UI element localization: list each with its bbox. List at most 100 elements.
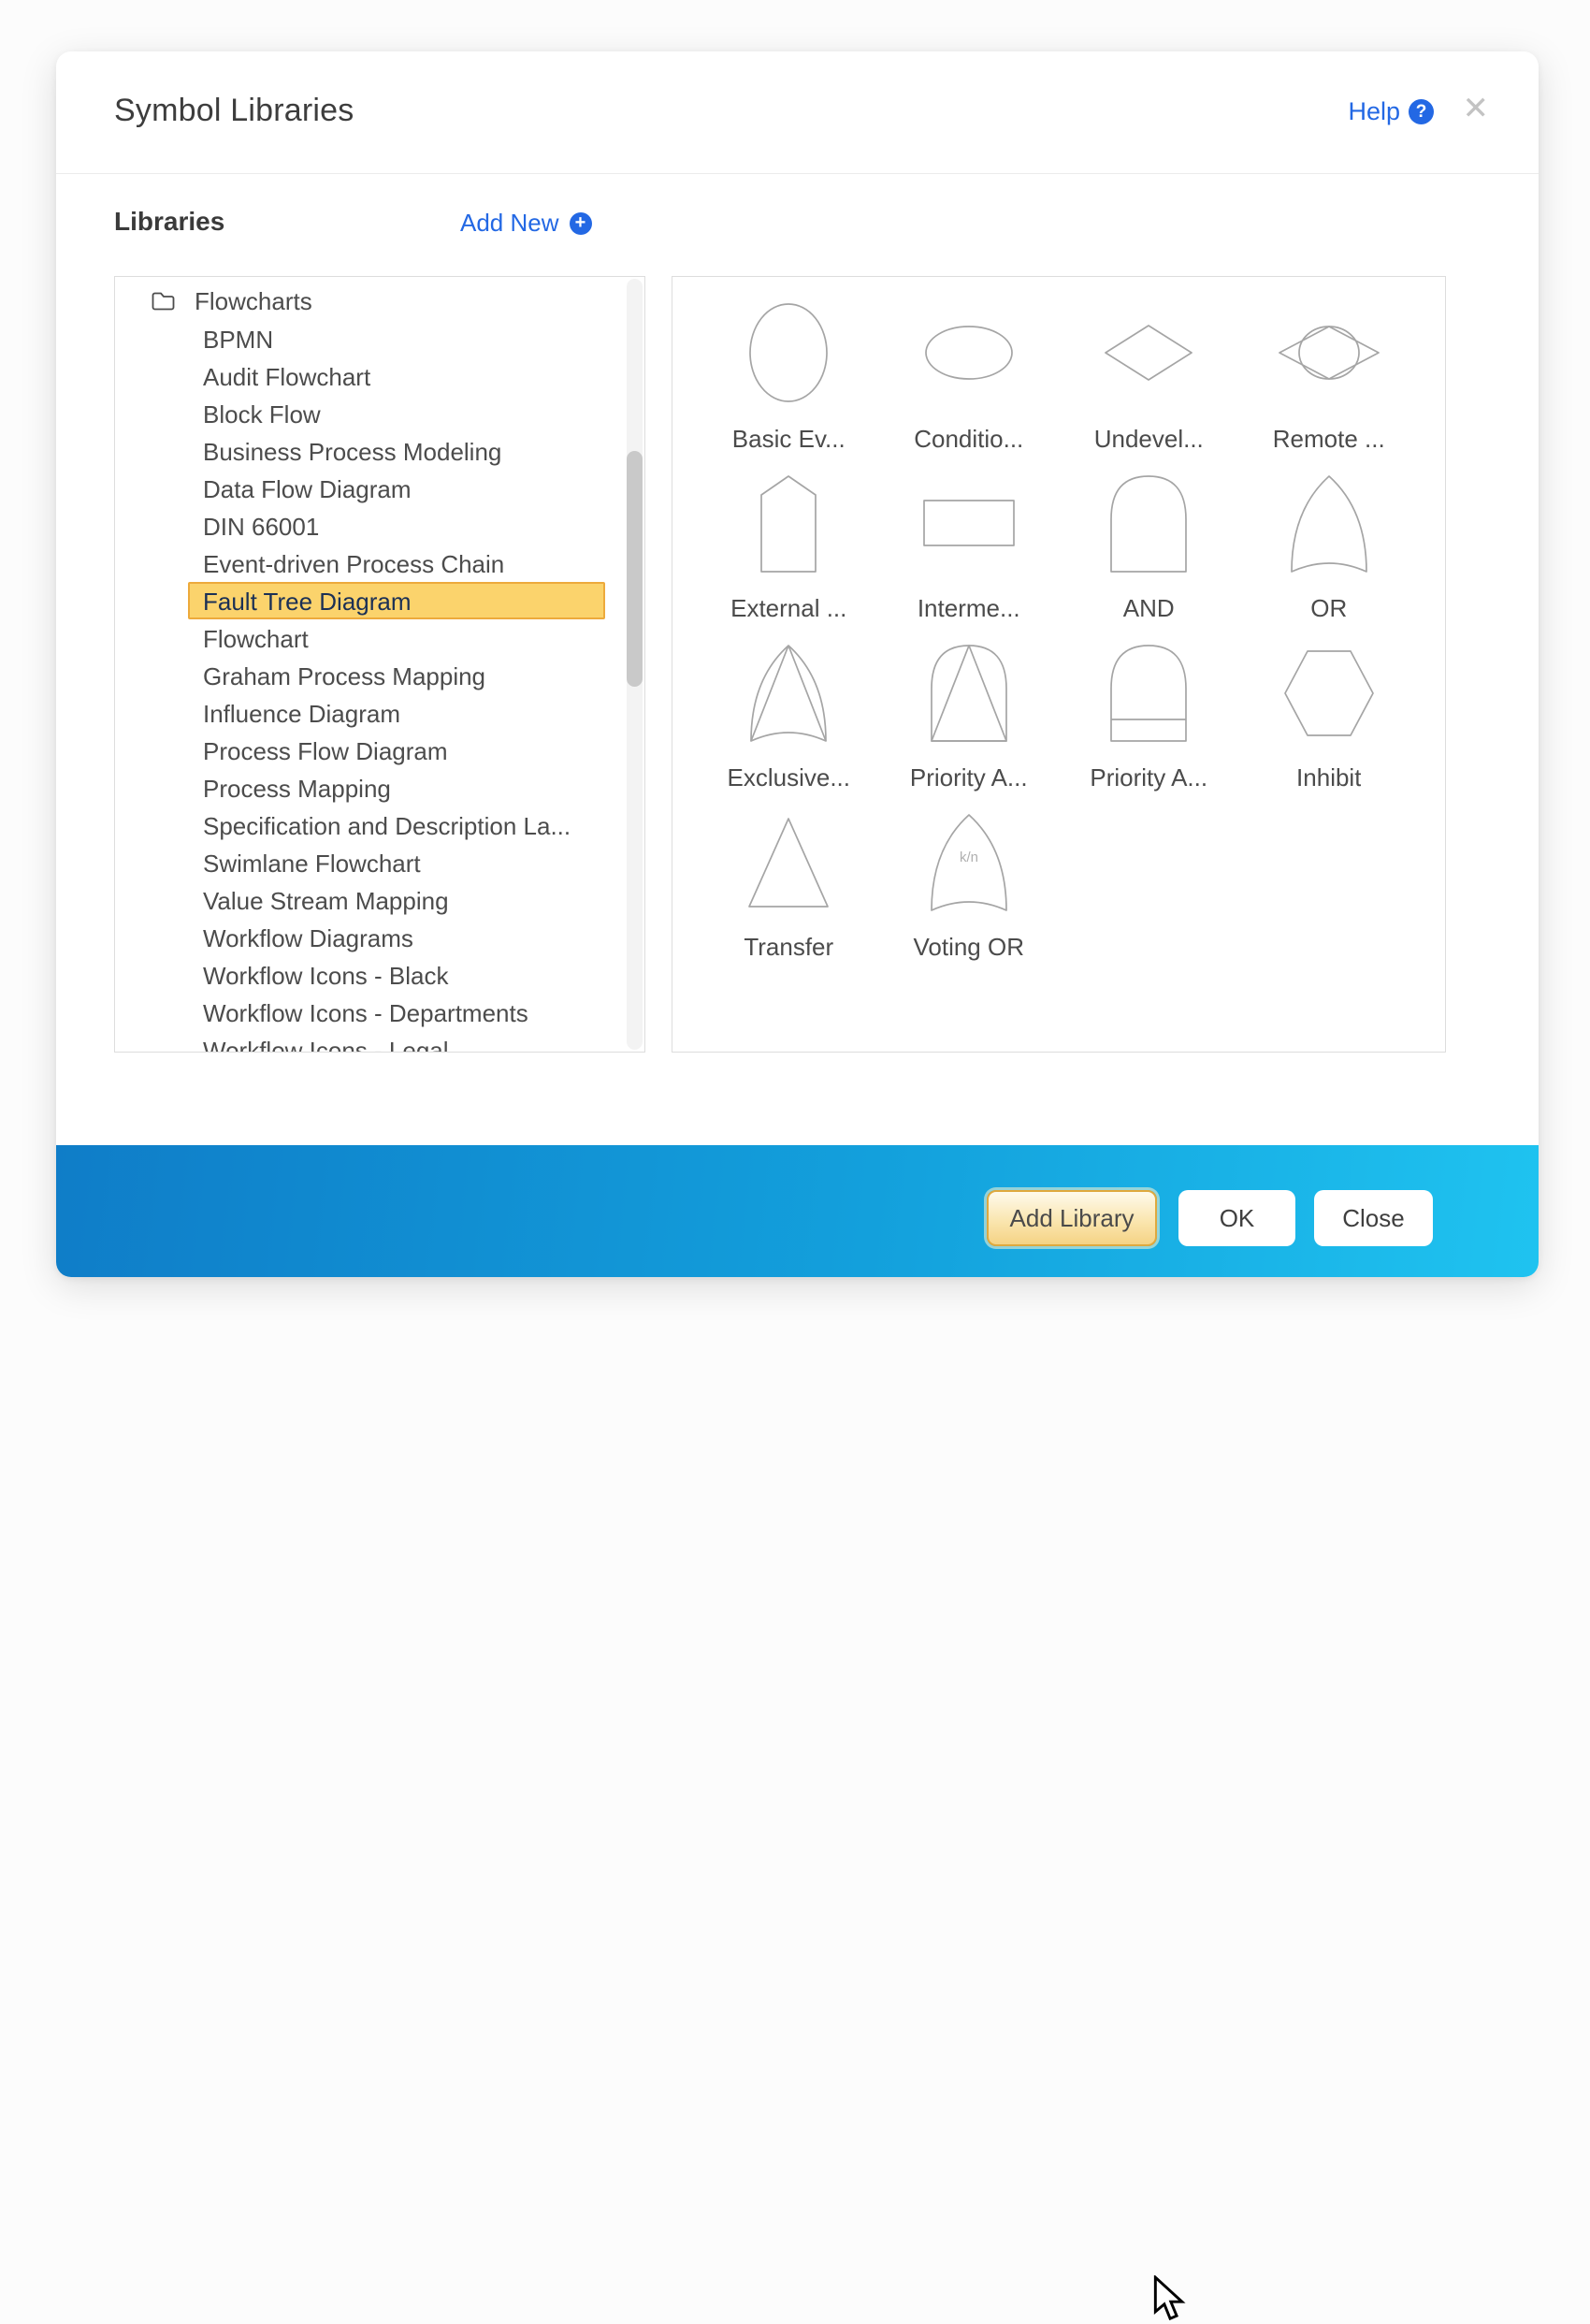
library-list-item[interactable]: Event-driven Process Chain <box>188 545 605 582</box>
symbol-label: Undevel... <box>1094 425 1204 454</box>
library-list-item-label: Process Mapping <box>203 775 391 803</box>
library-list-item[interactable]: BPMN <box>188 320 605 357</box>
library-list-item[interactable]: Audit Flowchart <box>188 357 605 395</box>
symbol-cell[interactable]: Priority A... <box>1059 629 1239 798</box>
symbols-grid: Basic Ev... Conditio... Undevel... Remot… <box>672 277 1445 967</box>
close-button[interactable]: Close <box>1314 1190 1433 1246</box>
library-list-item-label: Workflow Icons - Legal <box>203 1037 449 1053</box>
symbol-cell[interactable]: k/n Voting OR <box>879 798 1060 967</box>
library-list-item-label: Workflow Icons - Black <box>203 962 448 990</box>
symbol-label: AND <box>1123 594 1175 623</box>
library-list-item-label: Process Flow Diagram <box>203 737 448 765</box>
symbol-cell[interactable]: Transfer <box>699 798 879 967</box>
library-list-item-label: Specification and Description La... <box>203 812 571 840</box>
libraries-heading: Libraries <box>114 207 224 237</box>
hexagon-icon <box>1259 631 1399 752</box>
help-link[interactable]: Help ? <box>1348 97 1434 126</box>
symbol-label: Exclusive... <box>728 763 851 792</box>
symbol-cell[interactable]: External ... <box>699 459 879 629</box>
symbol-cell[interactable]: Basic Ev... <box>699 290 879 459</box>
symbol-cell[interactable]: OR <box>1239 459 1420 629</box>
symbol-cell[interactable]: Remote ... <box>1239 290 1420 459</box>
symbol-label: Voting OR <box>913 933 1024 962</box>
folder-icon <box>151 290 176 312</box>
symbol-label: Priority A... <box>910 763 1028 792</box>
ellipse-icon <box>899 292 1039 414</box>
symbol-cell[interactable]: Priority A... <box>879 629 1060 798</box>
diamond-icon <box>1078 292 1219 414</box>
voting-or-gate-icon: k/n <box>899 800 1039 922</box>
symbol-cell[interactable]: Conditio... <box>879 290 1060 459</box>
library-list-item[interactable]: Process Flow Diagram <box>188 732 605 769</box>
library-list-item[interactable]: Workflow Diagrams <box>188 919 605 956</box>
symbol-cell[interactable]: Exclusive... <box>699 629 879 798</box>
library-list-item[interactable]: Block Flow <box>188 395 605 432</box>
library-list-item-label: Data Flow Diagram <box>203 475 412 503</box>
library-list-item[interactable]: Workflow Icons - Departments <box>188 994 605 1031</box>
library-list-item[interactable]: Workflow Icons - Black <box>188 956 605 994</box>
library-list-item-label: BPMN <box>203 326 273 354</box>
dialog-header: Symbol Libraries Help ? ✕ <box>56 51 1539 174</box>
library-list-item-label: Fault Tree Diagram <box>203 588 412 616</box>
library-list-item-label: DIN 66001 <box>203 513 319 541</box>
library-list-item[interactable]: Fault Tree Diagram <box>188 582 605 619</box>
symbol-cell[interactable]: Interme... <box>879 459 1060 629</box>
library-list-item[interactable]: Workflow Icons - Legal <box>188 1031 605 1053</box>
library-list-item[interactable]: DIN 66001 <box>188 507 605 545</box>
help-question-icon: ? <box>1409 99 1434 124</box>
symbol-label: Interme... <box>918 594 1020 623</box>
add-new-button[interactable]: Add New + <box>460 209 592 238</box>
svg-text:k/n: k/n <box>960 850 978 865</box>
rectangle-icon <box>899 461 1039 583</box>
circle-icon <box>718 292 859 414</box>
library-tree-items: BPMN Audit Flowchart Block Flow Business… <box>115 320 644 1053</box>
priority-and-gate-icon <box>899 631 1039 752</box>
library-list-item-label: Workflow Icons - Departments <box>203 999 528 1027</box>
symbol-libraries-dialog: Symbol Libraries Help ? ✕ Libraries Add … <box>56 51 1539 1277</box>
library-list-item[interactable]: Data Flow Diagram <box>188 470 605 507</box>
symbol-cell[interactable]: AND <box>1059 459 1239 629</box>
xor-gate-icon <box>718 631 859 752</box>
or-gate-icon <box>1259 461 1399 583</box>
symbol-label: Remote ... <box>1273 425 1385 454</box>
library-list-item-label: Event-driven Process Chain <box>203 550 504 578</box>
library-list-item[interactable]: Swimlane Flowchart <box>188 844 605 881</box>
symbol-label: External ... <box>730 594 846 623</box>
library-list-item[interactable]: Influence Diagram <box>188 694 605 732</box>
tree-folder-flowcharts[interactable]: Flowcharts <box>115 283 644 320</box>
help-link-label: Help <box>1348 97 1400 126</box>
symbol-label: Inhibit <box>1296 763 1361 792</box>
close-icon[interactable]: ✕ <box>1463 93 1490 124</box>
library-list-item-label: Influence Diagram <box>203 700 400 728</box>
library-list-item-label: Swimlane Flowchart <box>203 850 421 878</box>
dialog-title: Symbol Libraries <box>114 93 354 129</box>
symbol-preview-panel: Basic Ev... Conditio... Undevel... Remot… <box>672 276 1446 1053</box>
library-list-item[interactable]: Value Stream Mapping <box>188 881 605 919</box>
symbol-cell[interactable]: Undevel... <box>1059 290 1239 459</box>
tree-folder-label: Flowcharts <box>195 287 312 316</box>
list-scrollbar-thumb[interactable] <box>627 451 643 687</box>
library-list-item[interactable]: Specification and Description La... <box>188 806 605 844</box>
dialog-footer-bar: Add Library OK Close <box>56 1145 1539 1277</box>
library-list-item[interactable]: Flowchart <box>188 619 605 657</box>
library-list-item-label: Audit Flowchart <box>203 363 370 391</box>
symbol-label: Transfer <box>744 933 833 962</box>
library-list-item[interactable]: Business Process Modeling <box>188 432 605 470</box>
diamond-circle-icon <box>1259 292 1399 414</box>
symbol-label: OR <box>1310 594 1347 623</box>
plus-circle-icon: + <box>570 212 592 235</box>
library-list-item[interactable]: Process Mapping <box>188 769 605 806</box>
library-list-panel: Flowcharts BPMN Audit Flowchart Block Fl… <box>114 276 645 1053</box>
symbol-cell[interactable]: Inhibit <box>1239 629 1420 798</box>
ok-button[interactable]: OK <box>1178 1190 1295 1246</box>
symbol-label: Conditio... <box>914 425 1023 454</box>
and-gate-icon <box>1078 461 1219 583</box>
library-list-item[interactable]: Graham Process Mapping <box>188 657 605 694</box>
symbol-label: Priority A... <box>1090 763 1207 792</box>
priority-and-gate-banded-icon <box>1078 631 1219 752</box>
add-library-button[interactable]: Add Library <box>987 1190 1157 1246</box>
library-list-item-label: Block Flow <box>203 400 321 428</box>
library-list-item-label: Workflow Diagrams <box>203 924 413 952</box>
add-new-label: Add New <box>460 209 559 238</box>
library-list-item-label: Value Stream Mapping <box>203 887 449 915</box>
